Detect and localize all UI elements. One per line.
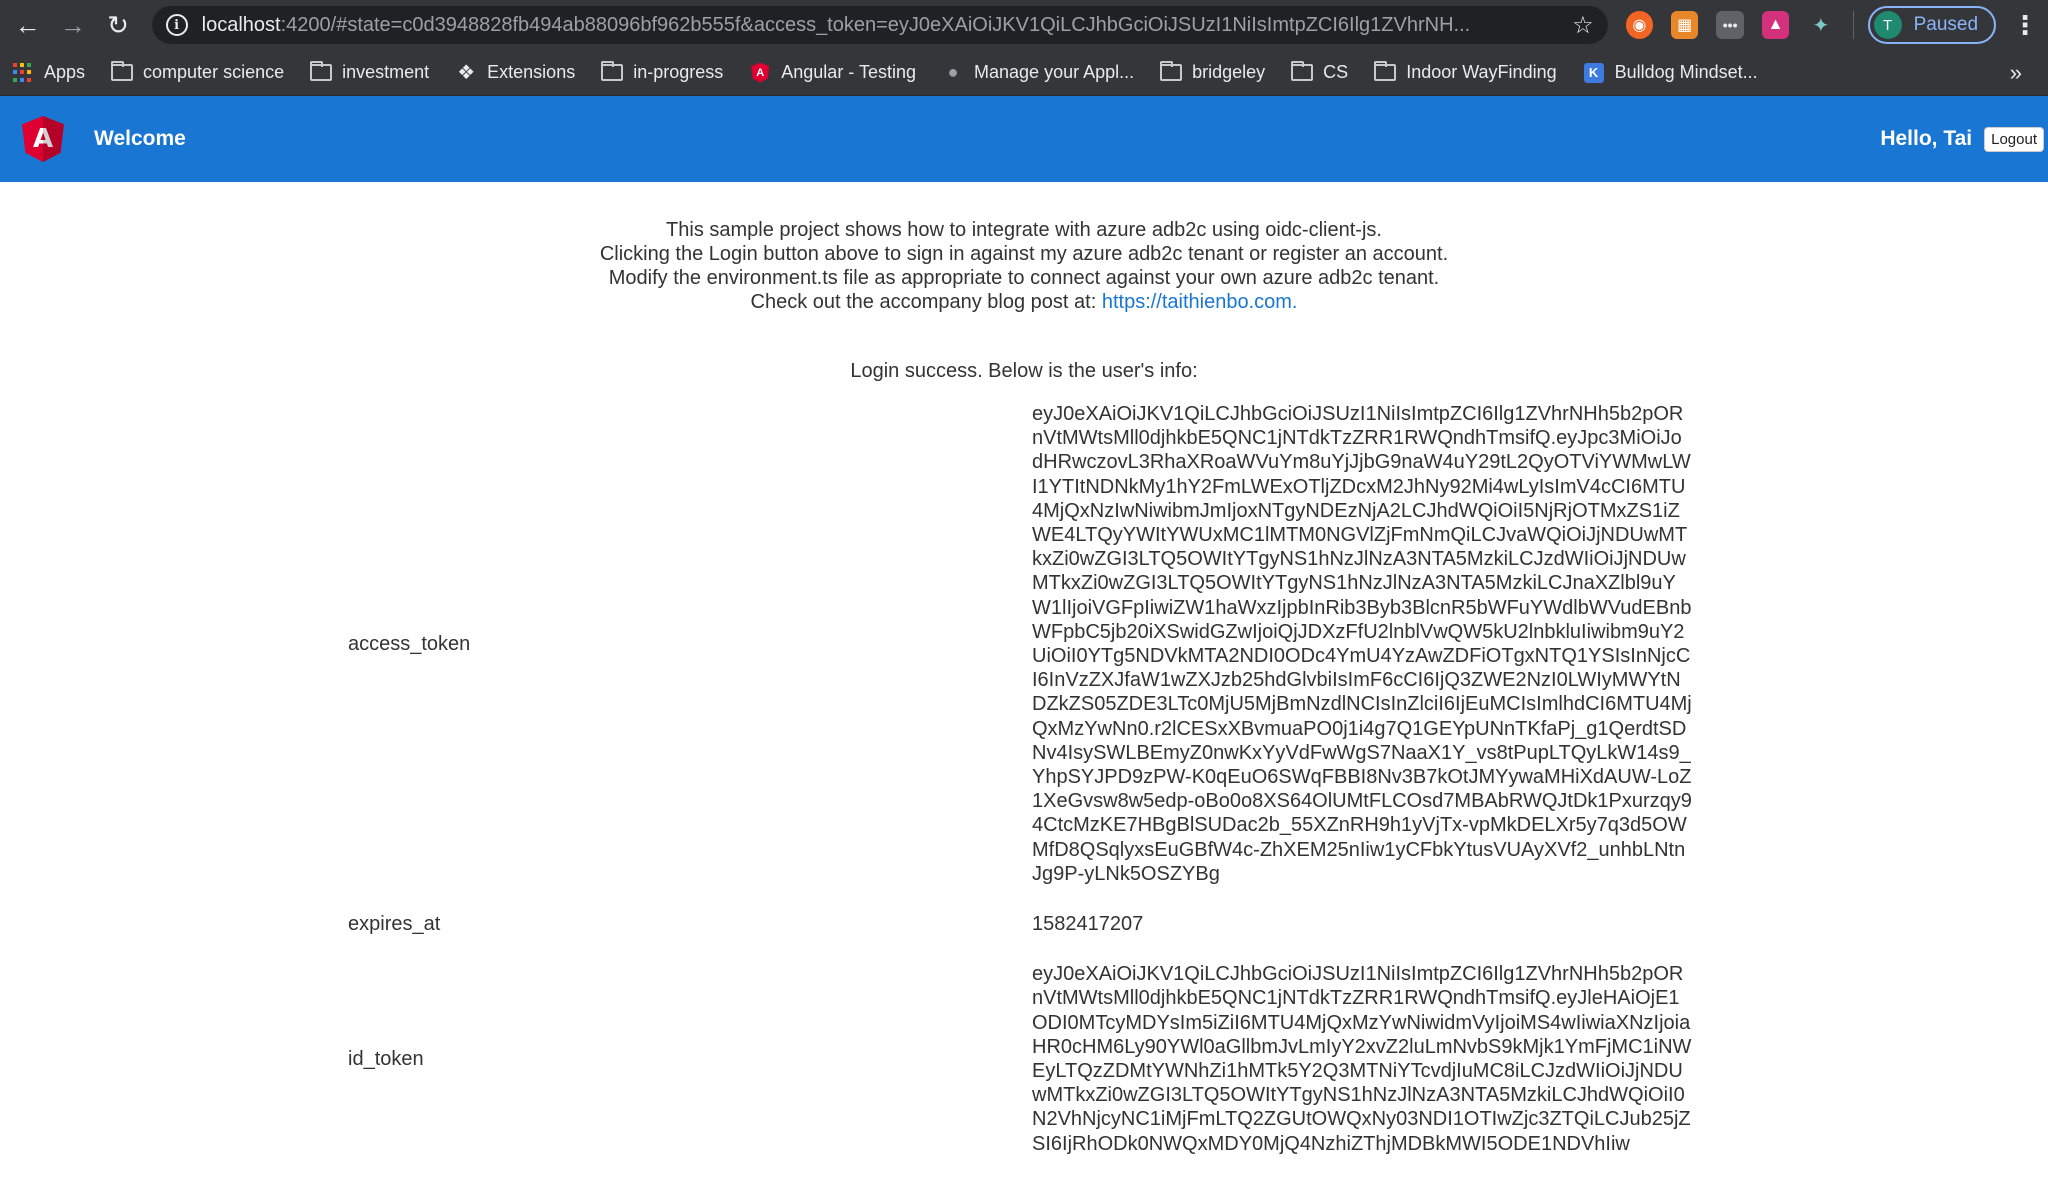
avatar: T xyxy=(1873,11,1902,39)
bookmark-cs[interactable]: CS xyxy=(1291,61,1349,83)
intro-line: Check out the accompany blog post at: ht… xyxy=(0,290,2048,314)
back-icon[interactable]: ← xyxy=(10,7,45,43)
bookmark-label: CS xyxy=(1323,62,1349,82)
apple-icon: ● xyxy=(947,62,959,82)
info-value: 1582417207 xyxy=(1032,913,1144,936)
toolbar-divider xyxy=(1852,11,1854,39)
folder-icon xyxy=(1374,61,1397,82)
bookmark-indoor-wayfinding[interactable]: Indoor WayFinding xyxy=(1374,61,1557,83)
row-spacer xyxy=(340,891,1692,907)
bookmark-label: computer science xyxy=(143,62,285,82)
angular-icon: A xyxy=(749,62,771,83)
table-row: access_token eyJ0eXAiOiJKV1QiLCJhbGciOiJ… xyxy=(340,397,1692,891)
intro-line: Clicking the Login button above to sign … xyxy=(599,243,1449,265)
info-key: access_token xyxy=(348,632,471,655)
url-host: localhost xyxy=(201,13,281,36)
folder-icon xyxy=(310,61,333,82)
main-content: This sample project shows how to integra… xyxy=(0,182,2048,1161)
site-info-icon[interactable]: i xyxy=(165,14,188,36)
reload-icon[interactable]: ↻ xyxy=(100,7,135,43)
bookmark-investment[interactable]: investment xyxy=(310,61,430,83)
bookmark-label: Manage your Appl... xyxy=(974,62,1135,82)
info-value: eyJ0eXAiOiJKV1QiLCJhbGciOiJSUzI1NiIsImtp… xyxy=(1032,403,1692,885)
info-key: id_token xyxy=(348,1047,424,1070)
profile-button[interactable]: T Paused xyxy=(1867,6,1997,44)
folder-icon xyxy=(111,61,134,82)
bookmarks-overflow-icon[interactable]: » xyxy=(2010,60,2022,86)
bookmark-label: bridgeley xyxy=(1192,62,1266,82)
puzzle-icon: ❖ xyxy=(457,62,476,84)
bulldog-icon: K xyxy=(1583,62,1605,83)
bookmark-label: Bulldog Mindset... xyxy=(1614,62,1758,82)
folder-icon xyxy=(1160,61,1183,82)
bookmark-angular-testing[interactable]: A Angular - Testing xyxy=(749,62,916,83)
url-text[interactable]: localhost:4200/#state=c0d3948828fb494ab8… xyxy=(202,14,1560,37)
extension-grid-icon[interactable]: ▦ xyxy=(1671,11,1699,39)
user-greeting: Hello, Tai xyxy=(1880,127,1973,150)
bookmark-label: Angular - Testing xyxy=(781,62,917,82)
bookmark-bridgeley[interactable]: bridgeley xyxy=(1160,61,1266,83)
browser-menu-icon[interactable]: ⋮ xyxy=(2012,10,2038,41)
extension-pink-icon[interactable]: ▲ xyxy=(1761,11,1790,39)
info-value: eyJ0eXAiOiJKV1QiLCJhbGciOiJSUzI1NiIsImtp… xyxy=(1032,963,1692,1155)
bookmark-label: investment xyxy=(342,62,430,82)
bookmarks-bar: Apps computer science investment ❖ Exten… xyxy=(0,50,2048,96)
user-info-table: access_token eyJ0eXAiOiJKV1QiLCJhbGciOiJ… xyxy=(340,397,1692,1161)
url-rest: :4200/#state=c0d3948828fb494ab88096bf962… xyxy=(280,13,1471,36)
bookmark-bulldog-mindset[interactable]: K Bulldog Mindset... xyxy=(1583,62,1758,83)
bookmark-computer-science[interactable]: computer science xyxy=(111,61,285,83)
folder-icon xyxy=(601,61,624,82)
logo-letter: A xyxy=(32,124,54,154)
blog-link[interactable]: https://taithienbo.com. xyxy=(1102,291,1298,313)
bookmark-label: Apps xyxy=(44,62,86,82)
bookmark-label: in-progress xyxy=(633,62,724,82)
table-row: expires_at 1582417207 xyxy=(340,907,1692,941)
intro-line-prefix: Check out the accompany blog post at: xyxy=(750,291,1102,313)
bookmark-star-icon[interactable]: ☆ xyxy=(1572,11,1594,40)
table-row: id_token eyJ0eXAiOiJKV1QiLCJhbGciOiJSUzI… xyxy=(340,957,1692,1161)
success-message: Login success. Below is the user's info: xyxy=(850,360,1198,382)
extension-teal-icon[interactable]: ✦ xyxy=(1807,11,1834,39)
angular-logo-icon: A xyxy=(22,116,64,162)
apps-grid-icon xyxy=(12,62,34,82)
address-bar[interactable]: i localhost:4200/#state=c0d3948828fb494a… xyxy=(151,6,1608,44)
browser-toolbar: ← → ↻ i localhost:4200/#state=c0d3948828… xyxy=(0,0,2048,50)
intro-line: Modify the environment.ts file as approp… xyxy=(608,267,1440,289)
row-spacer xyxy=(340,941,1692,957)
extension-orange-icon[interactable]: ◉ xyxy=(1625,11,1654,39)
bookmark-apps[interactable]: Apps xyxy=(12,62,85,83)
app-header: A Welcome Hello, Tai Logout xyxy=(0,96,2048,182)
info-key: expires_at xyxy=(348,913,441,936)
bookmark-manage-apple[interactable]: ● Manage your Appl... xyxy=(942,62,1135,83)
bookmark-label: Extensions xyxy=(487,62,576,82)
bookmark-label: Indoor WayFinding xyxy=(1406,62,1557,82)
intro-line: This sample project shows how to integra… xyxy=(666,219,1382,241)
folder-icon xyxy=(1291,61,1314,82)
page-title: Welcome xyxy=(94,127,186,150)
intro-text: This sample project shows how to integra… xyxy=(0,218,2048,314)
forward-icon[interactable]: → xyxy=(55,7,90,43)
bookmark-in-progress[interactable]: in-progress xyxy=(601,61,724,83)
logout-button[interactable]: Logout xyxy=(1984,126,2044,152)
extension-dots-icon[interactable]: ••• xyxy=(1716,11,1744,39)
bookmark-extensions[interactable]: ❖ Extensions xyxy=(455,62,576,84)
profile-status: Paused xyxy=(1913,14,1979,35)
